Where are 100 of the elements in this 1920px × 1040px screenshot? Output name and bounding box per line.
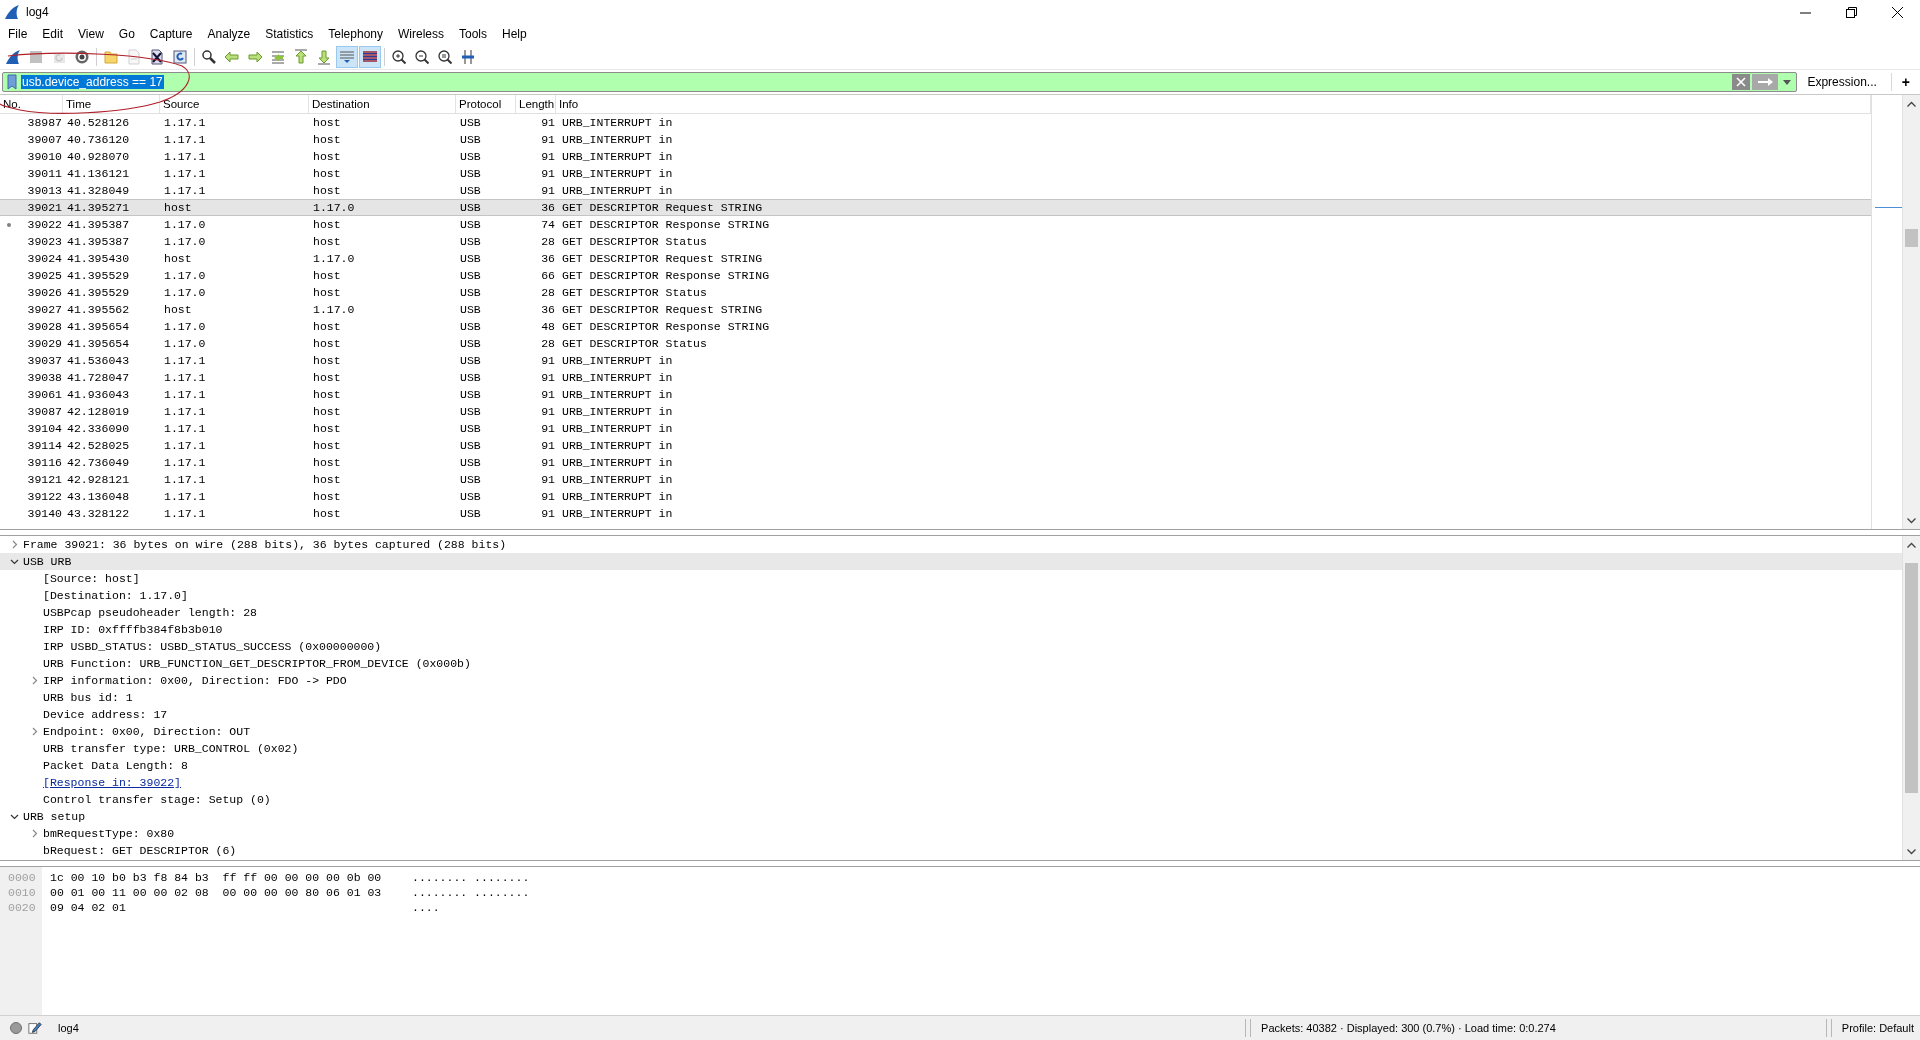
column-header[interactable]: Length [516,95,556,113]
status-indicator-icon[interactable] [10,1022,22,1034]
table-cell-text: host [163,303,193,316]
clear-button[interactable] [1732,74,1751,90]
table-cell-text: host [312,116,342,129]
table-cell-text: 39140 [26,507,63,520]
search-icon [201,48,217,65]
table-cell-text: 41.728047 [66,371,131,384]
pencil-icon[interactable] [28,1021,42,1035]
table-cell-text: 42.736049 [66,456,131,469]
table-cell-text: 41.328049 [66,184,131,197]
column-header[interactable]: Info [556,95,1871,113]
table-cell-text: 39024 [26,252,63,265]
table-cell-text: 41.395387 [66,235,131,248]
stop-icon [28,48,44,65]
table-cell-text: host [312,337,342,350]
table-cell-text: host [312,405,342,418]
table-cell-text: 41.936043 [66,388,131,401]
table-cell-text: USB [459,439,482,452]
table-cell-text: host [312,354,342,367]
table-cell-text: USB [459,422,482,435]
table-cell-text: 91 [540,133,556,146]
table-cell-text: 36 [540,201,556,214]
table-cell-text: USB [459,303,482,316]
table-cell-text: 42.336090 [66,422,131,435]
table-cell-text: USB [459,218,482,231]
menu-item[interactable]: Capture [142,25,201,43]
offset-label: 0010 [7,885,37,900]
menu-item[interactable]: Analyze [200,25,259,43]
table-cell-text: host [312,150,342,163]
table-cell-text: 91 [540,422,556,435]
profile-label[interactable]: Profile: Default [1841,1022,1914,1034]
table-cell-text: 41.395430 [66,252,131,265]
ascii-bytes: .... [412,900,441,915]
table-cell-text: 1.17.1 [163,439,207,452]
table-cell-text: host [312,286,342,299]
column-header[interactable]: No. [0,95,63,113]
table-cell-text: host [312,422,342,435]
table-cell-text: 43.136048 [66,490,131,503]
scrollbar-thumb[interactable] [1905,229,1918,247]
filter-field[interactable]: usb.device_address == 17 [2,72,1798,92]
table-cell-text: 39116 [26,456,63,469]
table-cell-text: 74 [540,218,556,231]
menu-item[interactable]: Telephony [321,25,391,43]
table-cell-text: 1.17.1 [163,184,207,197]
tree-item: IRP ID: 0xffffb384f8b3b010 [43,623,223,636]
menu-item[interactable]: Tools [452,25,495,43]
column-header[interactable]: Destination [309,95,456,113]
vertical-scrollbar[interactable] [1902,95,1920,529]
add-button[interactable]: + [1895,74,1916,90]
table-cell-text: URB_INTERRUPT in [561,116,674,129]
column-header[interactable]: Time [63,95,160,113]
table-cell-text: 28 [540,235,556,248]
table-cell-text: URB_INTERRUPT in [561,167,674,180]
column-header[interactable]: Source [160,95,309,113]
table-cell-text: GET DESCRIPTOR Response STRING [561,218,771,231]
column-header[interactable]: Protocol [456,95,516,113]
table-cell-text: GET DESCRIPTOR Request STRING [561,252,764,265]
link[interactable]: [Response in: 39022] [43,776,182,789]
table-cell-text: USB [459,320,482,333]
expression-button[interactable]: Expression... [1801,73,1892,91]
bookmark-icon[interactable] [6,74,18,90]
table-cell-text: URB_INTERRUPT in [561,371,674,384]
menu-item[interactable]: Edit [35,25,72,43]
tree-item: bmRequestType: 0x80 [43,827,175,840]
menu-item[interactable]: File [1,25,36,43]
table-cell-text: 39038 [26,371,63,384]
menu-item[interactable]: Help [495,25,535,43]
selected-tree-row[interactable]: USB URB [0,553,1902,570]
table-cell-text: USB [459,405,482,418]
table-cell-text: URB_INTERRUPT in [561,150,674,163]
table-cell-text: 91 [540,456,556,469]
table-cell-text: 39025 [26,269,63,282]
menu-item[interactable]: Statistics [258,25,322,43]
table-cell-text: 39114 [26,439,63,452]
table-cell-text: 39026 [26,286,63,299]
fin-logo-icon [4,4,20,20]
zoom-reset-icon [437,48,453,65]
striped-lines-button[interactable] [359,45,381,68]
table-cell-text: 41.395529 [66,269,131,282]
table-cell-text: GET DESCRIPTOR Status [561,286,708,299]
vertical-scrollbar[interactable] [1902,536,1920,860]
table-cell-text: GET DESCRIPTOR Response STRING [561,320,771,333]
table-cell-text: USB [459,473,482,486]
table-cell-text: 39104 [26,422,63,435]
table-cell-text: USB [459,371,482,384]
table-cell-text: 91 [540,507,556,520]
table-cell-text: 39087 [26,405,63,418]
table-cell-text: USB [459,507,482,520]
menu-item[interactable]: View [71,25,112,43]
table-cell-text: USB [459,269,482,282]
menu-item[interactable]: Wireless [391,25,452,43]
tree-item: URB transfer type: URB_CONTROL (0x02) [43,742,299,755]
menu-item[interactable]: Go [111,25,143,43]
tree-item: Endpoint: 0x00, Direction: OUT [43,725,251,738]
table-cell-text: host [163,252,193,265]
selected-row[interactable]: 39021 41.395271 host 1.17.0 USB 36 GET DESCRIPTOR Request STRING [0,199,1871,216]
scrollbar-thumb[interactable] [1905,563,1918,793]
table-cell-text: 28 [540,286,556,299]
tree-item: bRequest: GET DESCRIPTOR (6) [43,844,237,857]
